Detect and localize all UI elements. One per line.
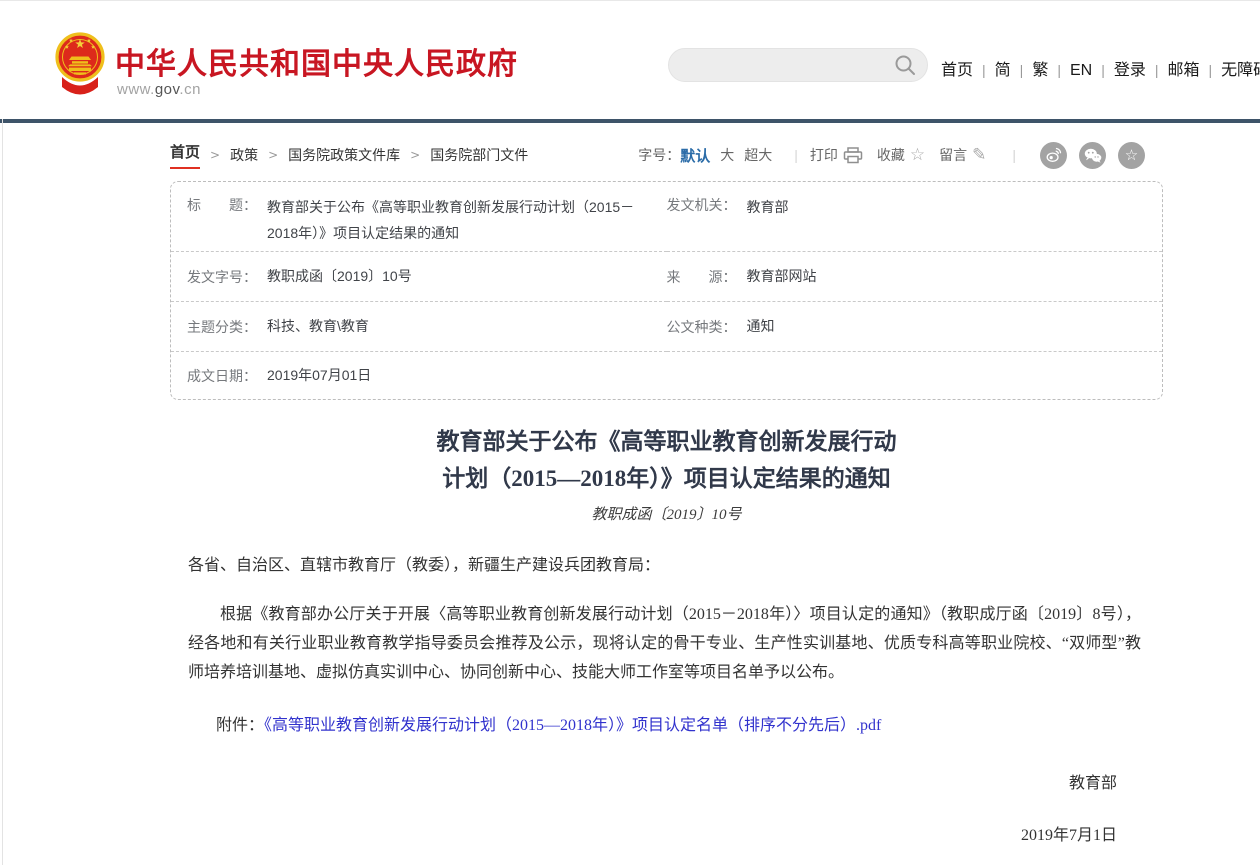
- document-title-line2: 计划（2015—2018年）》项目认定结果的通知: [170, 461, 1163, 498]
- attachment-pdf-link[interactable]: 《高等职业教育创新发展行动计划（2015—2018年）》项目认定名单（排序不分先…: [264, 717, 881, 734]
- site-header: 中华人民共和国中央人民政府 www.gov.cn 首页 | 简 | 繁 | EN | 登录 | 邮箱…: [0, 1, 1260, 119]
- nav-separator: |: [982, 62, 986, 78]
- meta-label-topic-category: 主题分类：: [187, 317, 257, 337]
- meta-row-issuing-agency: 发文机关： 教育部: [667, 182, 1163, 252]
- nav-traditional[interactable]: 繁: [1032, 62, 1048, 79]
- search-box: [668, 48, 928, 82]
- main-paragraph: 根据《教育部办公厅关于开展〈高等职业教育创新发展行动计划（2015－2018年）…: [188, 600, 1141, 687]
- top-nav: 首页 | 简 | 繁 | EN | 登录 | 邮箱 | 无障碍: [941, 56, 1260, 80]
- document-title-line1: 教育部关于公布《高等职业教育创新发展行动: [170, 424, 1163, 461]
- meta-label-issuing-agency: 发文机关：: [667, 195, 737, 215]
- meta-row-doc-number: 发文字号： 教职成函〔2019〕10号: [171, 252, 667, 302]
- meta-label-doc-number: 发文字号：: [187, 267, 257, 287]
- pencil-icon: ✎: [972, 145, 986, 165]
- document-meta-table: 标 题： 教育部关于公布《高等职业教育创新发展行动计划（2015－2018年）》…: [170, 181, 1163, 400]
- meta-value-title: 教育部关于公布《高等职业教育创新发展行动计划（2015－2018年）》项目认定结…: [267, 195, 667, 247]
- share-star-icon: ☆: [1125, 146, 1138, 164]
- nav-login[interactable]: 登录: [1114, 62, 1146, 79]
- wechat-icon: [1084, 148, 1102, 163]
- meta-value-doc-type: 通知: [747, 314, 805, 340]
- favorite-button[interactable]: 收藏 ☆: [877, 145, 925, 165]
- url-cn: .cn: [179, 81, 201, 98]
- attachment-label: 附件：: [216, 717, 264, 734]
- breadcrumb-dept-documents[interactable]: 国务院部门文件: [430, 145, 528, 165]
- url-www: www.: [117, 81, 155, 98]
- share-weibo-button[interactable]: [1040, 142, 1067, 169]
- meta-row-topic-category: 主题分类： 科技、教育\教育: [171, 302, 667, 352]
- breadcrumb-toolbar-row: 首页 > 政策 > 国务院政策文件库 > 国务院部门文件 字号： 默认 大 超大…: [170, 139, 1163, 171]
- nav-separator: |: [1057, 62, 1061, 78]
- chevron-right-icon: >: [210, 148, 220, 162]
- nav-separator: |: [1155, 62, 1159, 78]
- nav-accessibility[interactable]: 无障碍: [1221, 62, 1260, 79]
- print-button[interactable]: 打印: [810, 145, 863, 165]
- search-icon[interactable]: [893, 54, 917, 78]
- meta-value-doc-number: 教职成函〔2019〕10号: [267, 264, 442, 290]
- meta-label-date: 成文日期：: [187, 366, 257, 386]
- page-content: 首页 > 政策 > 国务院政策文件库 > 国务院部门文件 字号： 默认 大 超大…: [170, 139, 1163, 845]
- share-wechat-button[interactable]: [1079, 142, 1106, 169]
- meta-row-empty: [667, 352, 1163, 399]
- nav-separator: |: [1209, 62, 1213, 78]
- print-label: 打印: [810, 145, 838, 165]
- toolbar-divider: |: [1012, 147, 1016, 163]
- document-number: 教职成函〔2019〕10号: [170, 503, 1163, 524]
- breadcrumb-home[interactable]: 首页: [170, 141, 200, 169]
- comment-button[interactable]: 留言 ✎: [939, 145, 986, 165]
- meta-row-source: 来 源： 教育部网站: [667, 252, 1163, 302]
- meta-value-issuing-agency: 教育部: [747, 195, 819, 221]
- site-url: www.gov.cn: [117, 81, 201, 98]
- breadcrumb-policy-library[interactable]: 国务院政策文件库: [288, 145, 400, 165]
- signer: 教育部: [188, 769, 1117, 793]
- meta-value-date: 2019年07月01日: [267, 363, 401, 389]
- meta-label-source: 来 源：: [667, 267, 737, 287]
- nav-english[interactable]: EN: [1070, 62, 1092, 79]
- attachment-line: 附件：《高等职业教育创新发展行动计划（2015—2018年）》项目认定名单（排序…: [216, 711, 1141, 735]
- favorite-label: 收藏: [877, 145, 905, 165]
- nav-separator: |: [1101, 62, 1105, 78]
- nav-simplified[interactable]: 简: [995, 62, 1011, 79]
- nav-home[interactable]: 首页: [941, 62, 973, 79]
- url-gov: gov: [155, 81, 180, 98]
- signature-date: 2019年7月1日: [188, 821, 1117, 845]
- document-body: 各省、自治区、直辖市教育厅（教委），新疆生产建设兵团教育局： 根据《教育部办公厅…: [170, 551, 1163, 845]
- meta-row-title: 标 题： 教育部关于公布《高等职业教育创新发展行动计划（2015－2018年）》…: [171, 182, 667, 252]
- meta-label-doc-type: 公文种类：: [667, 317, 737, 337]
- national-emblem-icon: [55, 31, 105, 104]
- chevron-right-icon: >: [410, 148, 420, 162]
- meta-value-topic-category: 科技、教育\教育: [267, 314, 399, 340]
- site-title: 中华人民共和国中央人民政府: [115, 39, 518, 83]
- font-size-xlarge-button[interactable]: 超大: [744, 145, 772, 165]
- search-input[interactable]: [685, 49, 890, 81]
- meta-row-date: 成文日期： 2019年07月01日: [171, 352, 667, 399]
- font-size-large-button[interactable]: 大: [720, 145, 734, 165]
- signature-block: 教育部 2019年7月1日: [188, 769, 1141, 845]
- toolbar-divider: |: [794, 147, 798, 163]
- meta-label-title: 标 题：: [187, 195, 257, 215]
- nav-separator: |: [1020, 62, 1024, 78]
- font-size-label: 字号：: [638, 145, 680, 165]
- breadcrumb-policy[interactable]: 政策: [230, 145, 258, 165]
- printer-icon: [843, 147, 863, 164]
- page-left-edge: [2, 1, 3, 865]
- weibo-icon: [1046, 147, 1062, 163]
- chevron-right-icon: >: [268, 148, 278, 162]
- breadcrumb: 首页 > 政策 > 国务院政策文件库 > 国务院部门文件: [170, 141, 528, 169]
- share-more-button[interactable]: ☆: [1118, 142, 1145, 169]
- document-title: 教育部关于公布《高等职业教育创新发展行动 计划（2015—2018年）》项目认定…: [170, 424, 1163, 498]
- nav-mail[interactable]: 邮箱: [1168, 62, 1200, 79]
- meta-row-doc-type: 公文种类： 通知: [667, 302, 1163, 352]
- article-toolbar: 字号： 默认 大 超大 | 打印 收藏 ☆ 留言 ✎ |: [638, 142, 1163, 169]
- comment-label: 留言: [939, 145, 967, 165]
- font-size-default-button[interactable]: 默认: [680, 145, 710, 166]
- meta-value-source: 教育部网站: [747, 264, 847, 290]
- salutation-paragraph: 各省、自治区、直辖市教育厅（教委），新疆生产建设兵团教育局：: [188, 551, 1141, 580]
- star-icon: ☆: [910, 145, 925, 165]
- header-divider-bar: [0, 119, 1260, 123]
